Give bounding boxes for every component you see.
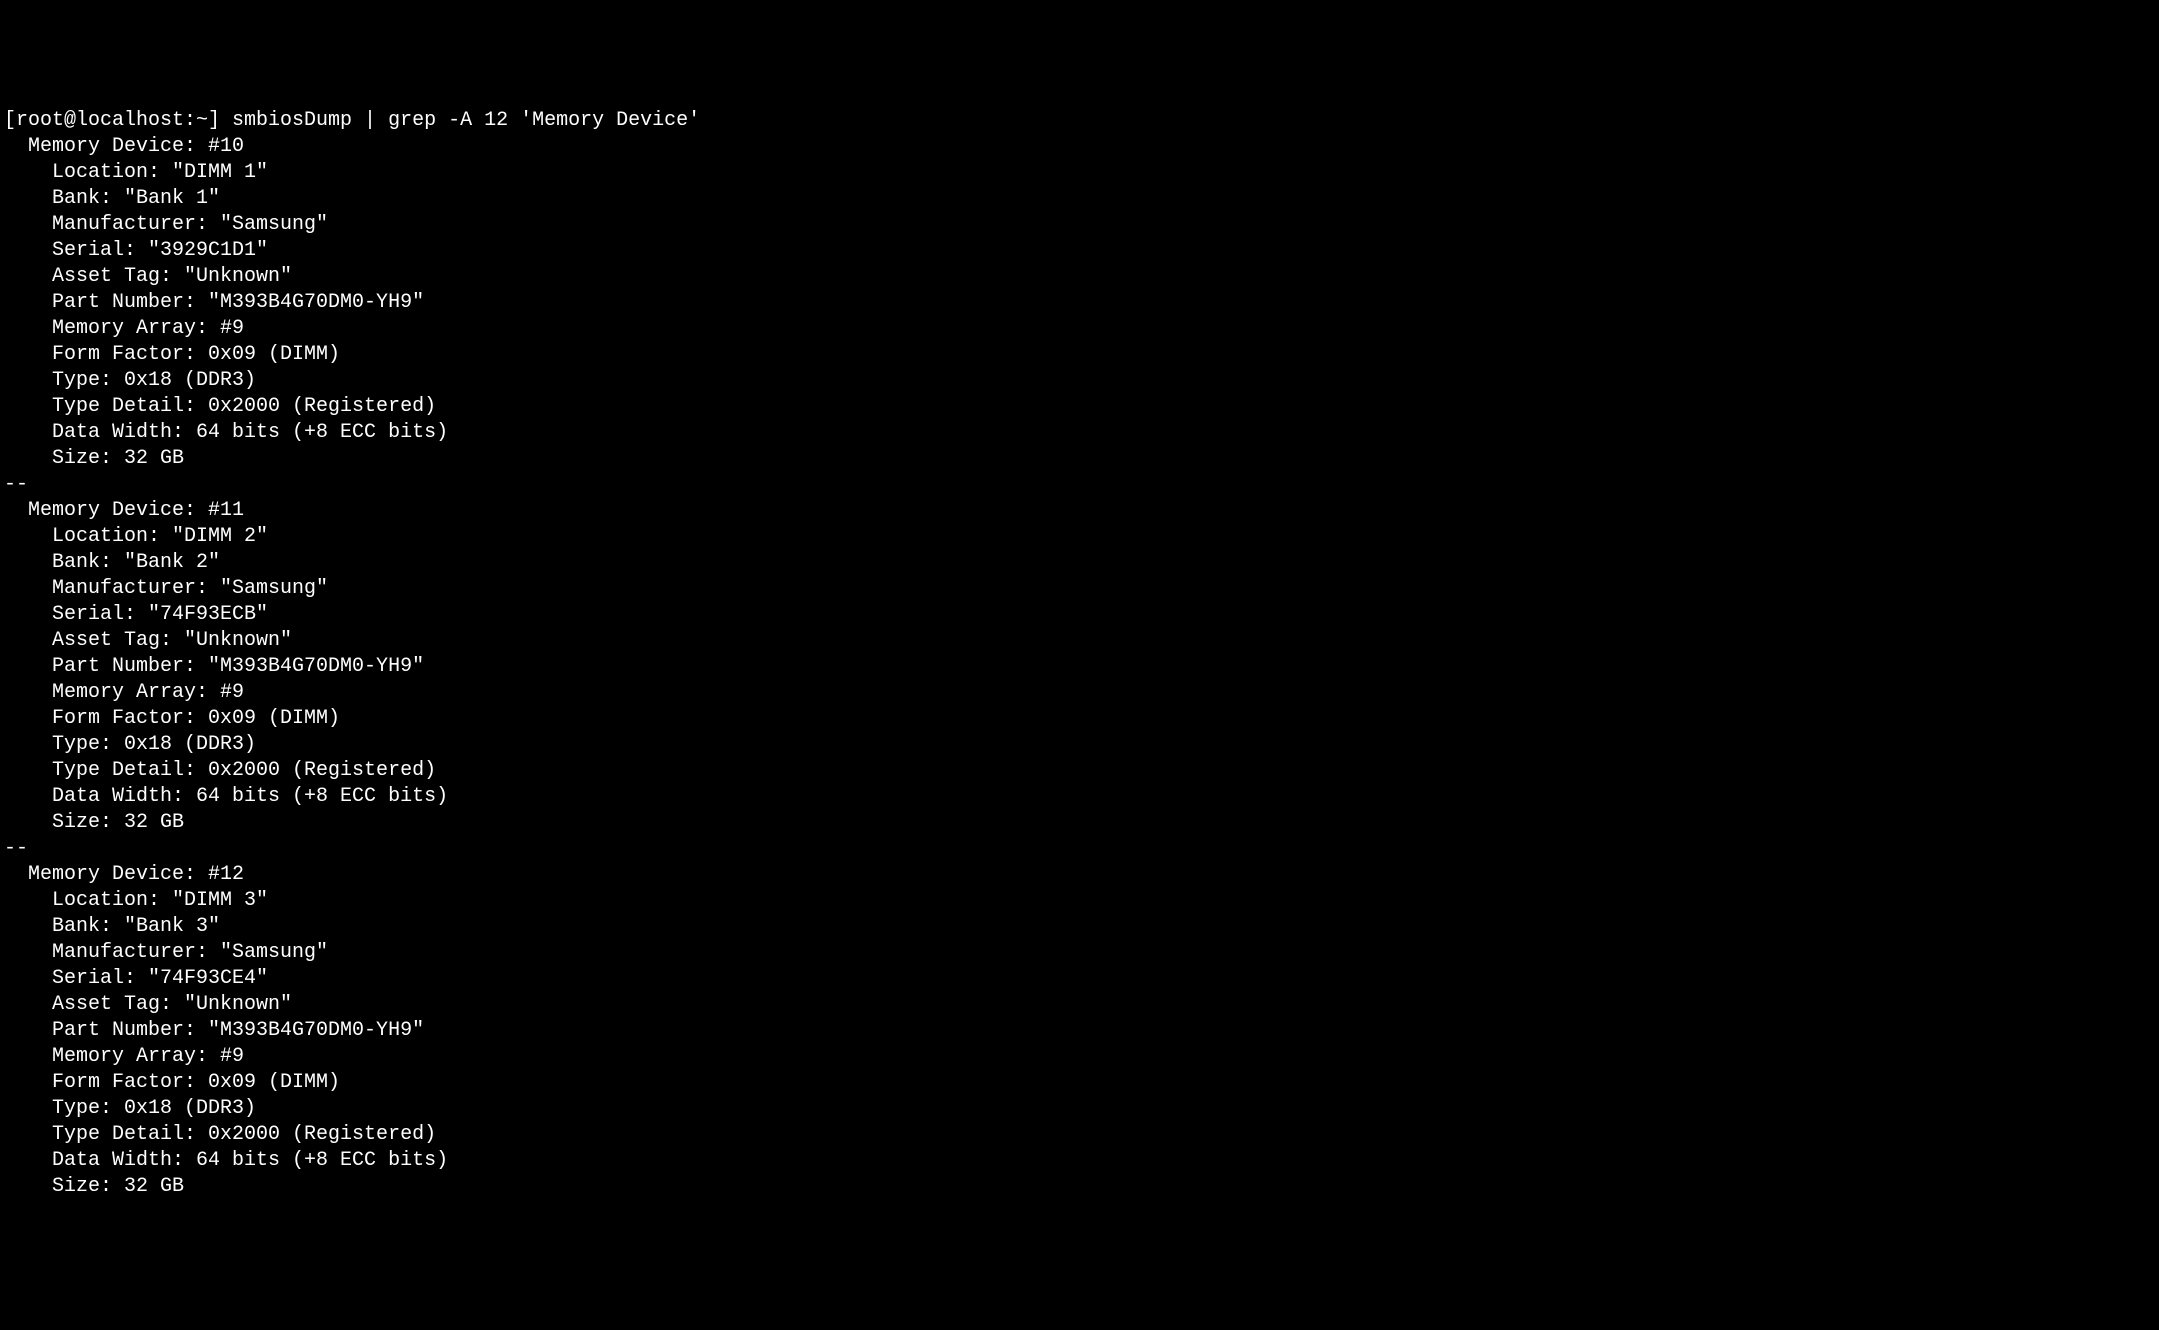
part-number-line: Part Number: "M393B4G70DM0-YH9" (4, 655, 424, 678)
size-line: Size: 32 GB (4, 447, 184, 470)
bank-line: Bank: "Bank 2" (4, 551, 220, 574)
form-factor-line: Form Factor: 0x09 (DIMM) (4, 1071, 340, 1094)
data-width-line: Data Width: 64 bits (+8 ECC bits) (4, 1149, 448, 1172)
memory-array-line: Memory Array: #9 (4, 317, 244, 340)
asset-tag-line: Asset Tag: "Unknown" (4, 993, 292, 1016)
memory-array-line: Memory Array: #9 (4, 681, 244, 704)
manufacturer-line: Manufacturer: "Samsung" (4, 577, 328, 600)
manufacturer-line: Manufacturer: "Samsung" (4, 213, 328, 236)
type-detail-line: Type Detail: 0x2000 (Registered) (4, 1123, 436, 1146)
size-line: Size: 32 GB (4, 1175, 184, 1198)
bank-line: Bank: "Bank 3" (4, 915, 220, 938)
terminal-output[interactable]: [root@localhost:~] smbiosDump | grep -A … (4, 108, 2155, 1200)
memory-array-line: Memory Array: #9 (4, 1045, 244, 1068)
data-width-line: Data Width: 64 bits (+8 ECC bits) (4, 785, 448, 808)
serial-line: Serial: "74F93CE4" (4, 967, 268, 990)
size-line: Size: 32 GB (4, 811, 184, 834)
asset-tag-line: Asset Tag: "Unknown" (4, 629, 292, 652)
grep-separator: -- (4, 473, 28, 496)
memory-device-header: Memory Device: #10 (4, 135, 244, 158)
part-number-line: Part Number: "M393B4G70DM0-YH9" (4, 1019, 424, 1042)
serial-line: Serial: "74F93ECB" (4, 603, 268, 626)
memory-device-header: Memory Device: #12 (4, 863, 244, 886)
memory-device-header: Memory Device: #11 (4, 499, 244, 522)
form-factor-line: Form Factor: 0x09 (DIMM) (4, 343, 340, 366)
location-line: Location: "DIMM 3" (4, 889, 268, 912)
type-detail-line: Type Detail: 0x2000 (Registered) (4, 759, 436, 782)
type-line: Type: 0x18 (DDR3) (4, 1097, 256, 1120)
asset-tag-line: Asset Tag: "Unknown" (4, 265, 292, 288)
location-line: Location: "DIMM 2" (4, 525, 268, 548)
command-prompt-line: [root@localhost:~] smbiosDump | grep -A … (4, 109, 700, 132)
part-number-line: Part Number: "M393B4G70DM0-YH9" (4, 291, 424, 314)
location-line: Location: "DIMM 1" (4, 161, 268, 184)
form-factor-line: Form Factor: 0x09 (DIMM) (4, 707, 340, 730)
grep-separator: -- (4, 837, 28, 860)
data-width-line: Data Width: 64 bits (+8 ECC bits) (4, 421, 448, 444)
type-detail-line: Type Detail: 0x2000 (Registered) (4, 395, 436, 418)
type-line: Type: 0x18 (DDR3) (4, 733, 256, 756)
manufacturer-line: Manufacturer: "Samsung" (4, 941, 328, 964)
bank-line: Bank: "Bank 1" (4, 187, 220, 210)
type-line: Type: 0x18 (DDR3) (4, 369, 256, 392)
serial-line: Serial: "3929C1D1" (4, 239, 268, 262)
